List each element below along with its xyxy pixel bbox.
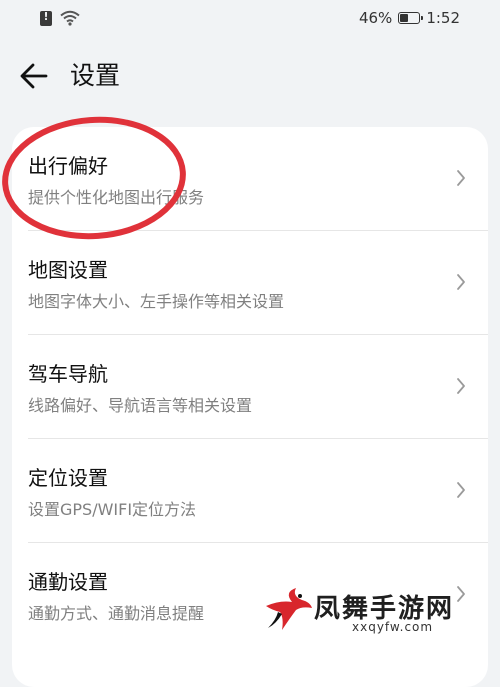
settings-item-subtitle: 通勤方式、通勤消息提醒: [28, 604, 205, 623]
settings-item-travel-preference[interactable]: 出行偏好 提供个性化地图出行服务: [12, 127, 488, 231]
chevron-right-icon: [457, 378, 465, 394]
settings-item-subtitle: 设置GPS/WIFI定位方法: [28, 500, 197, 519]
settings-item-title: 驾车导航: [28, 362, 108, 386]
settings-item-subtitle: 提供个性化地图出行服务: [28, 188, 205, 207]
settings-item-title: 地图设置: [28, 258, 108, 282]
sim-alert-icon: [40, 10, 52, 26]
page-title: 设置: [70, 61, 121, 90]
arrow-left-icon[interactable]: [16, 58, 52, 94]
app-header: 设置: [0, 52, 500, 100]
phoenix-logo-icon: [266, 588, 312, 630]
clock-time: 1:52: [426, 9, 460, 27]
settings-item-title: 通勤设置: [28, 570, 108, 594]
chevron-right-icon: [457, 170, 465, 186]
watermark-url: xxqyfw.com: [352, 620, 434, 634]
settings-item-subtitle: 线路偏好、导航语言等相关设置: [28, 396, 253, 415]
chevron-right-icon: [457, 482, 465, 498]
settings-item-subtitle: 地图字体大小、左手操作等相关设置: [28, 292, 285, 311]
battery-icon: [398, 12, 424, 24]
settings-item-driving-navigation[interactable]: 驾车导航 线路偏好、导航语言等相关设置: [12, 335, 488, 439]
status-bar: 46% 1:52: [0, 0, 500, 38]
settings-item-title: 定位设置: [28, 466, 108, 490]
settings-item-title: 出行偏好: [28, 154, 108, 178]
battery-level-fill: [400, 14, 408, 22]
settings-item-location-settings[interactable]: 定位设置 设置GPS/WIFI定位方法: [12, 439, 488, 543]
settings-item-map-settings[interactable]: 地图设置 地图字体大小、左手操作等相关设置: [12, 231, 488, 335]
chevron-right-icon: [457, 274, 465, 290]
wifi-icon: [60, 10, 80, 26]
battery-percent: 46%: [358, 9, 393, 27]
status-right: 46% 1:52: [359, 9, 460, 27]
watermark-logo: 凤舞手游网 xxqyfw.com: [262, 584, 494, 644]
status-left: [40, 10, 80, 26]
